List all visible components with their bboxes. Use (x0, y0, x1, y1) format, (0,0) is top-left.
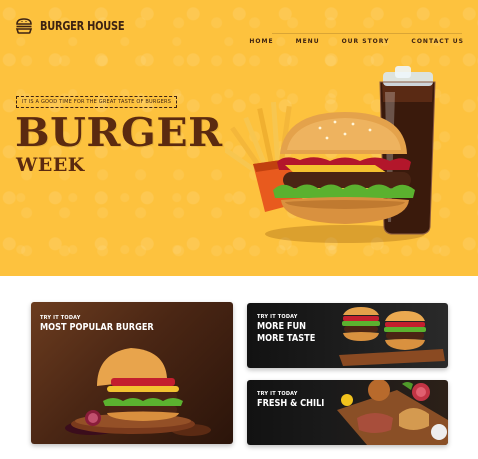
promo-card-most-popular[interactable]: TRY IT TODAY MOST POPULAR BURGER (31, 302, 233, 444)
nav-item-home[interactable]: HOME (249, 38, 273, 45)
card-eyebrow: TRY IT TODAY (257, 314, 298, 320)
promo-card-fresh-chili[interactable]: TRY IT TODAY FRESH & CHILI (247, 380, 448, 445)
ingredients-board-image (337, 380, 448, 445)
card-heading-line1: MORE FUN (257, 321, 307, 332)
hero-burger-image (225, 66, 436, 243)
card-heading: FRESH & CHILI (257, 398, 325, 409)
nav-divider (272, 33, 462, 34)
burger-icon (15, 18, 33, 34)
card-heading-line2: MORE TASTE (257, 333, 316, 344)
hero-title: BURGER (15, 110, 223, 156)
brand-name: BURGER HOUSE (40, 19, 125, 33)
card-eyebrow: TRY IT TODAY (257, 391, 298, 397)
nav-item-our-story[interactable]: OUR STORY (342, 38, 390, 45)
card-eyebrow: TRY IT TODAY (40, 315, 81, 321)
nav-item-menu[interactable]: MENU (296, 38, 320, 45)
hero-subtitle: WEEK (16, 154, 85, 176)
card-heading: MOST POPULAR BURGER (40, 322, 154, 333)
main-nav: HOME MENU OUR STORY CONTACT US (227, 38, 464, 45)
brand-logo[interactable]: BURGER HOUSE (14, 16, 143, 36)
burger-image (273, 112, 415, 224)
hero-banner: BURGER HOUSE HOME MENU OUR STORY CONTACT… (0, 0, 478, 276)
nav-item-contact-us[interactable]: CONTACT US (411, 38, 464, 45)
promo-card-more-fun[interactable]: TRY IT TODAY MORE FUN MORE TASTE (247, 303, 448, 368)
hero-tagline: IT IS A GOOD TIME FOR THE GREAT TASTE OF… (16, 96, 178, 108)
